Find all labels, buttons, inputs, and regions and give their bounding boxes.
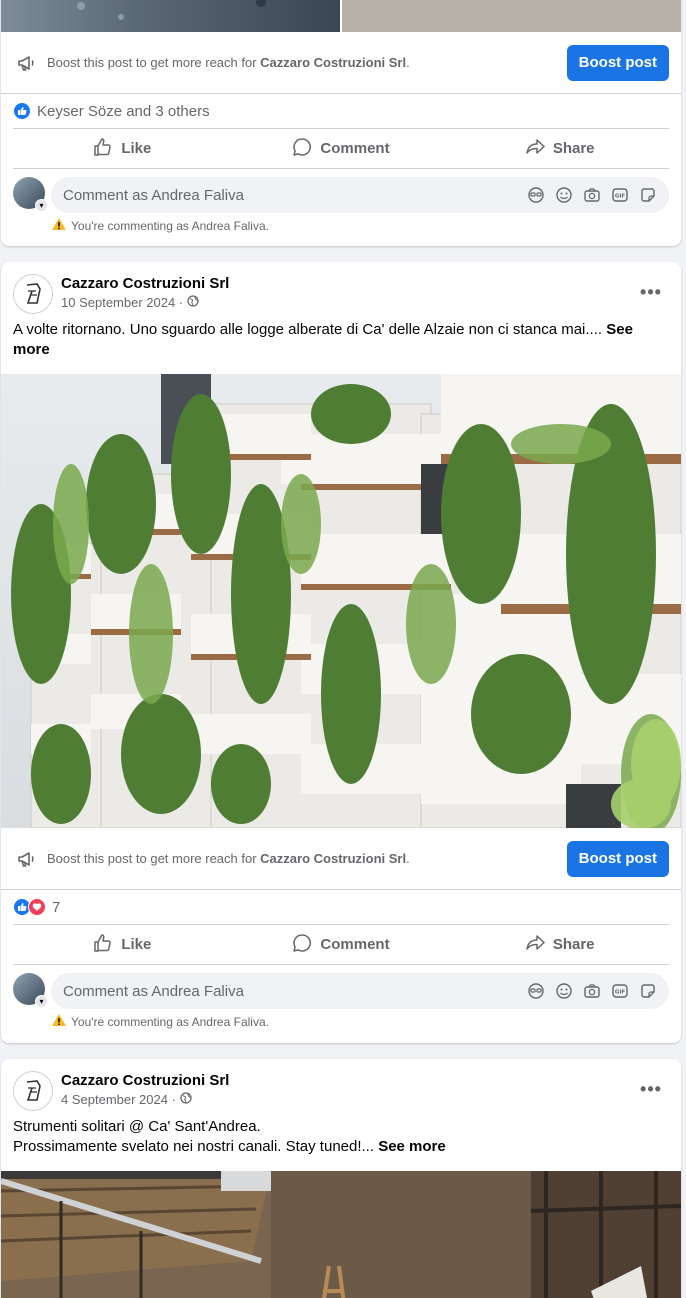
commenting-as-text: You're commenting as Andrea Faliva.	[71, 218, 269, 233]
avatar[interactable]: ▾	[13, 973, 48, 1008]
like-label: Like	[121, 140, 152, 157]
post-actions: Like Comment Share	[13, 129, 669, 169]
reactions-text: Keyser Söze and 3 others	[37, 102, 210, 120]
comment-label: Comment	[320, 936, 390, 953]
reactions-summary[interactable]: 7	[13, 890, 669, 925]
comment-input[interactable]: Comment as Andrea Faliva GIF	[51, 973, 669, 1009]
boost-text: Boost this post to get more reach for Ca…	[47, 851, 410, 866]
share-button[interactable]: Share	[450, 129, 669, 168]
post-text: Strumenti solitari @ Ca' Sant'Andrea. Pr…	[1, 1111, 681, 1157]
globe-icon	[187, 295, 199, 310]
commenting-as-notice: You're commenting as Andrea Faliva.	[1, 1009, 681, 1031]
post-date[interactable]: 10 September 2024 ·	[61, 295, 183, 310]
camera-icon[interactable]	[583, 982, 601, 1000]
reactions-summary[interactable]: Keyser Söze and 3 others	[13, 94, 669, 129]
boost-bar: Boost this post to get more reach for Ca…	[1, 828, 681, 890]
megaphone-icon	[17, 848, 39, 870]
post-card-1: Boost this post to get more reach for Ca…	[1, 0, 681, 246]
share-label: Share	[552, 140, 595, 157]
globe-icon	[180, 1092, 192, 1107]
gif-icon[interactable]: GIF	[611, 186, 629, 204]
post-photo-1[interactable]	[1, 0, 681, 32]
boost-post-button[interactable]: Boost post	[566, 840, 669, 877]
post-date[interactable]: 4 September 2024 ·	[61, 1092, 176, 1107]
post-header: Cazzaro Costruzioni Srl 4 September 2024…	[1, 1059, 681, 1111]
post-photo-2[interactable]	[1, 374, 681, 828]
sticker-icon[interactable]	[639, 982, 657, 1000]
share-button[interactable]: Share	[450, 925, 669, 964]
like-button[interactable]: Like	[13, 129, 232, 168]
post-text-line-1: Strumenti solitari @ Ca' Sant'Andrea.	[13, 1118, 261, 1135]
comment-composer: ▾ Comment as Andrea Faliva GIF	[1, 169, 681, 213]
like-reaction-icon	[13, 102, 31, 120]
boost-page-name: Cazzaro Costruzioni Srl	[260, 55, 407, 70]
avatar-sticker-icon[interactable]	[527, 982, 545, 1000]
megaphone-icon	[17, 52, 39, 74]
comment-label: Comment	[320, 140, 390, 157]
post-card-3: Cazzaro Costruzioni Srl 4 September 2024…	[1, 1059, 681, 1298]
thumbs-up-icon	[93, 933, 113, 957]
share-label: Share	[552, 936, 595, 953]
svg-text:GIF: GIF	[615, 194, 626, 200]
page-name[interactable]: Cazzaro Costruzioni Srl	[61, 275, 633, 292]
post-card-2: Cazzaro Costruzioni Srl 10 September 202…	[1, 262, 681, 1043]
gif-icon[interactable]: GIF	[611, 982, 629, 1000]
comment-bubble-icon	[292, 933, 312, 957]
camera-icon[interactable]	[583, 186, 601, 204]
sticker-icon[interactable]	[639, 186, 657, 204]
company-logo-icon	[26, 1080, 41, 1101]
avatar-sticker-icon[interactable]	[527, 186, 545, 204]
share-arrow-icon	[525, 933, 545, 957]
boost-bar: Boost this post to get more reach for Ca…	[1, 32, 681, 94]
post-text: A volte ritornano. Uno sguardo alle logg…	[13, 321, 633, 358]
boost-page-name: Cazzaro Costruzioni Srl	[260, 851, 407, 866]
share-arrow-icon	[525, 137, 545, 161]
boost-post-button[interactable]: Boost post	[566, 44, 669, 81]
like-button[interactable]: Like	[13, 925, 232, 964]
post-actions: Like Comment Share	[13, 925, 669, 965]
warning-icon	[51, 1013, 67, 1030]
comment-placeholder: Comment as Andrea Faliva	[63, 186, 244, 204]
like-label: Like	[121, 936, 152, 953]
company-logo-icon	[26, 283, 41, 304]
thumbs-up-icon	[93, 137, 113, 161]
post-text-line-2: Prossimamente svelato nei nostri canali.…	[13, 1138, 379, 1155]
emoji-icon[interactable]	[555, 186, 573, 204]
emoji-icon[interactable]	[555, 982, 573, 1000]
page-logo-avatar[interactable]	[13, 1071, 53, 1111]
comment-placeholder: Comment as Andrea Faliva	[63, 982, 244, 1000]
svg-text:GIF: GIF	[615, 990, 626, 996]
post-header: Cazzaro Costruzioni Srl 10 September 202…	[1, 262, 681, 314]
more-options-icon[interactable]: •••	[633, 1071, 669, 1107]
see-more-link[interactable]: See more	[378, 1138, 446, 1155]
reactions-count: 7	[52, 898, 61, 916]
comment-input[interactable]: Comment as Andrea Faliva GIF	[51, 177, 669, 213]
comment-bubble-icon	[292, 137, 312, 161]
comment-composer: ▾ Comment as Andrea Faliva GIF	[1, 965, 681, 1009]
comment-button[interactable]: Comment	[232, 129, 451, 168]
love-reaction-icon	[28, 898, 46, 916]
post-photo-3[interactable]	[1, 1171, 681, 1298]
chevron-down-icon[interactable]: ▾	[35, 199, 48, 212]
page-name[interactable]: Cazzaro Costruzioni Srl	[61, 1072, 633, 1089]
boost-text: Boost this post to get more reach for Ca…	[47, 55, 410, 70]
more-options-icon[interactable]: •••	[633, 274, 669, 310]
chevron-down-icon[interactable]: ▾	[35, 995, 48, 1008]
commenting-as-notice: You're commenting as Andrea Faliva.	[1, 213, 681, 235]
comment-button[interactable]: Comment	[232, 925, 451, 964]
warning-icon	[51, 217, 67, 234]
avatar[interactable]: ▾	[13, 177, 48, 212]
commenting-as-text: You're commenting as Andrea Faliva.	[71, 1014, 269, 1029]
page-logo-avatar[interactable]	[13, 274, 53, 314]
